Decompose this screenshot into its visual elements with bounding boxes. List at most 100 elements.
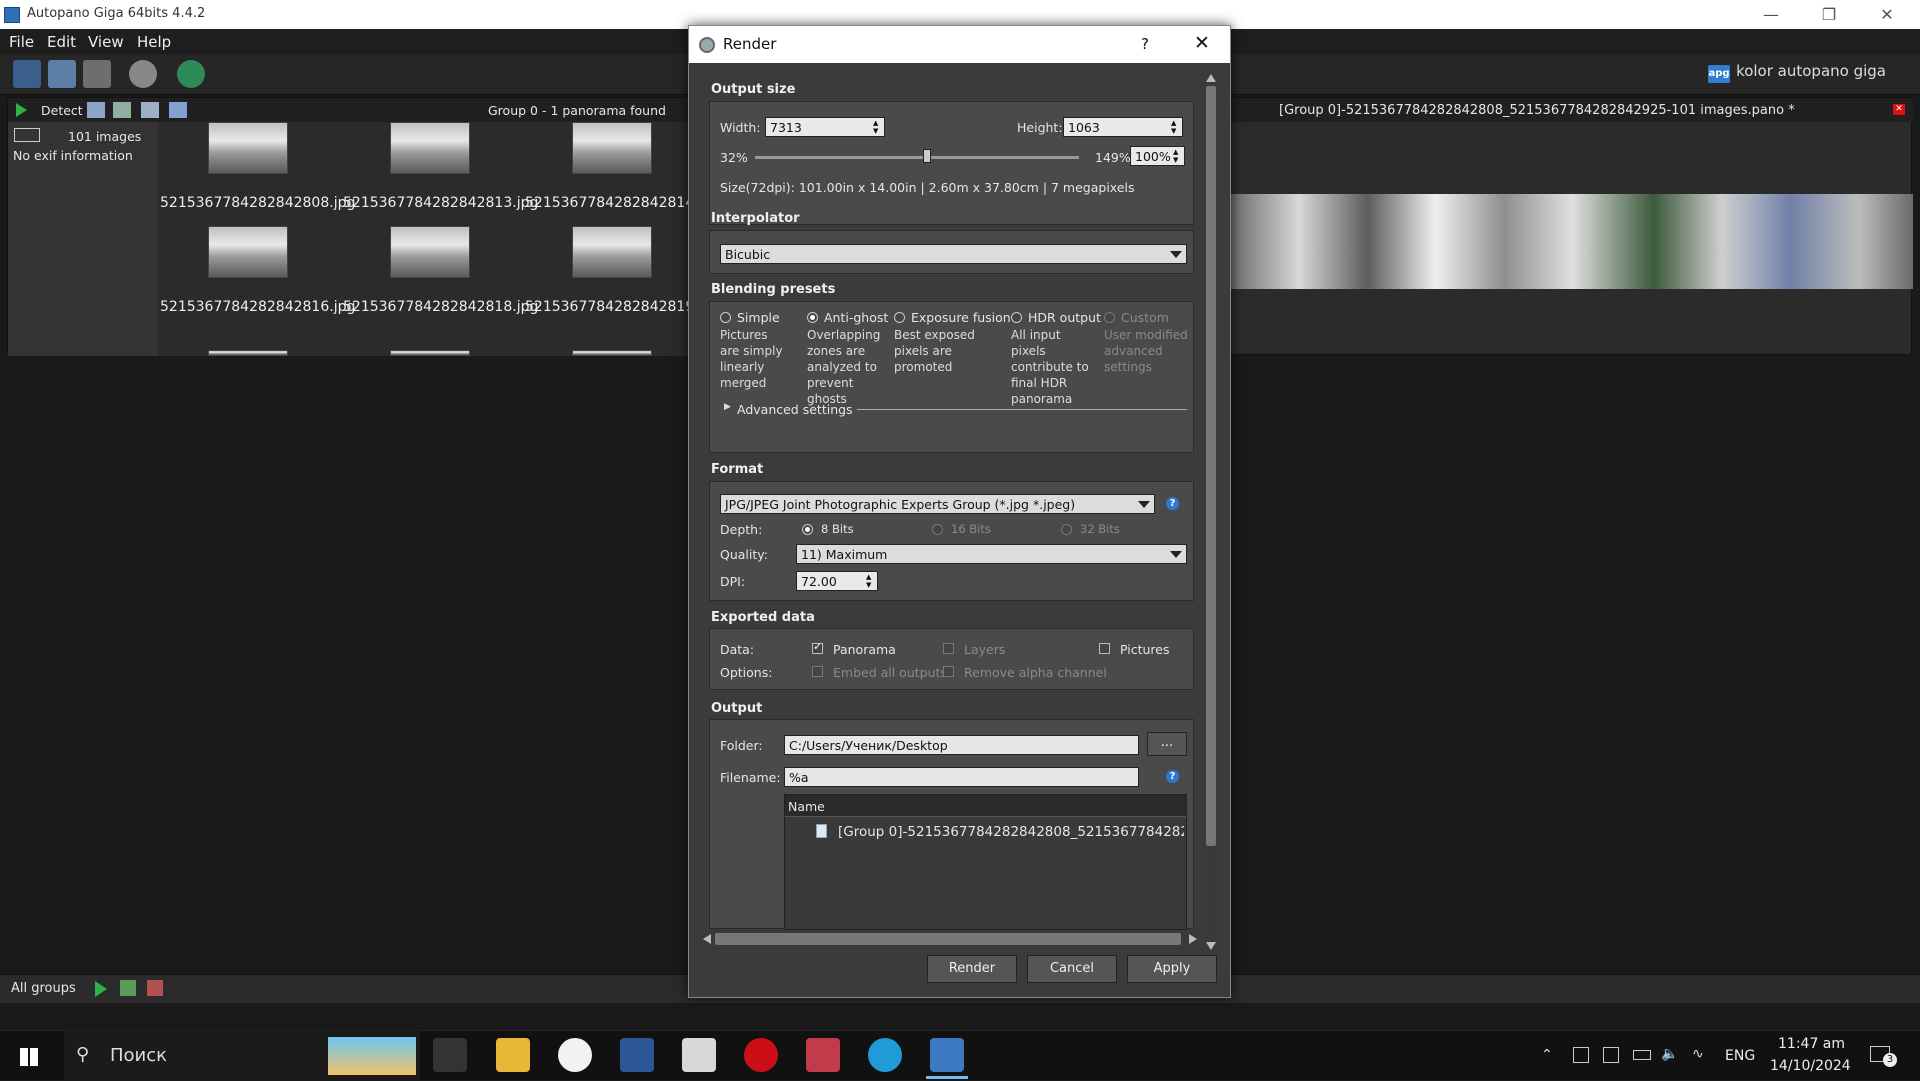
interpolator-select[interactable]: Bicubic	[720, 244, 1187, 264]
depth-32-label[interactable]: 32 Bits	[1080, 522, 1120, 536]
access-icon[interactable]	[806, 1038, 840, 1072]
restore-button[interactable]: ❐	[1806, 2, 1852, 28]
windows-start-icon[interactable]	[20, 1048, 38, 1066]
preset-hdr-label[interactable]: HDR output	[1028, 310, 1101, 325]
tools-icon[interactable]	[87, 102, 105, 118]
detect-label[interactable]: Detect	[41, 103, 83, 118]
language-indicator[interactable]: ENG	[1725, 1048, 1755, 1064]
close-window-button[interactable]: ✕	[1864, 2, 1910, 28]
cancel-button[interactable]: Cancel	[1027, 955, 1117, 983]
height-spinbox[interactable]: 1063 ▲ ▼	[1063, 117, 1183, 137]
thumbnail-image[interactable]	[572, 122, 652, 174]
tray-chevron-up-icon[interactable]: ⌃	[1541, 1047, 1553, 1063]
advanced-settings-toggle[interactable]: Advanced settings	[737, 402, 853, 417]
remove-alpha-checkbox[interactable]	[943, 666, 954, 677]
minimize-button[interactable]: —	[1748, 2, 1794, 28]
preset-exposure-radio[interactable]	[894, 312, 905, 323]
layers-checkbox[interactable]	[943, 643, 954, 654]
filename-help-icon[interactable]: ?	[1166, 770, 1179, 783]
add-images-icon[interactable]	[113, 102, 131, 118]
preset-antighost-radio[interactable]	[807, 312, 818, 323]
apply-button[interactable]: Apply	[1127, 955, 1217, 983]
grid-view-icon[interactable]	[14, 128, 40, 142]
file-explorer-icon[interactable]	[496, 1038, 530, 1072]
embed-outputs-label[interactable]: Embed all outputs	[833, 665, 947, 680]
thumbnail-image[interactable]	[208, 350, 288, 356]
scroll-thumb[interactable]	[1206, 86, 1216, 846]
scale-slider-track[interactable]	[755, 156, 1079, 159]
settings-gear-icon[interactable]	[129, 60, 157, 88]
menu-view[interactable]: View	[88, 33, 124, 51]
autopano-taskbar-icon[interactable]	[930, 1038, 964, 1072]
scale-slider-handle[interactable]	[923, 149, 931, 163]
scroll-right-icon[interactable]	[1189, 934, 1197, 944]
depth-16-label[interactable]: 16 Bits	[951, 522, 991, 536]
format-select[interactable]: JPG/JPEG Joint Photographic Experts Grou…	[720, 494, 1155, 514]
preset-simple-radio[interactable]	[720, 312, 731, 323]
format-help-icon[interactable]: ?	[1166, 497, 1179, 510]
folder-input[interactable]: C:/Users/Ученик/Desktop	[784, 735, 1139, 755]
puzzle-icon[interactable]	[169, 102, 187, 118]
batch-icon[interactable]	[83, 60, 111, 88]
preset-custom-label[interactable]: Custom	[1121, 310, 1169, 325]
dialog-help-button[interactable]: ?	[1141, 35, 1149, 53]
remove-group-icon[interactable]	[147, 980, 163, 996]
add-group-icon[interactable]	[120, 980, 136, 996]
close-panorama-icon[interactable]: ✕	[1893, 104, 1905, 115]
spin-arrows-icon[interactable]: ▲ ▼	[1173, 148, 1181, 164]
pictures-checkbox[interactable]	[1099, 643, 1110, 654]
filename-input[interactable]: %a	[784, 767, 1139, 787]
spin-arrows-icon[interactable]: ▲ ▼	[873, 119, 881, 135]
play-all-icon[interactable]	[95, 981, 107, 997]
word-icon[interactable]	[620, 1038, 654, 1072]
preset-exposure-label[interactable]: Exposure fusion	[911, 310, 1011, 325]
dialog-vertical-scrollbar[interactable]	[1203, 72, 1219, 956]
preset-hdr-radio[interactable]	[1011, 312, 1022, 323]
thumbnail-image[interactable]	[208, 226, 288, 278]
pictures-label[interactable]: Pictures	[1120, 642, 1170, 657]
scale-percent-spinbox[interactable]: 100% ▲ ▼	[1130, 146, 1185, 166]
name-column-header[interactable]: Name	[788, 799, 825, 814]
detect-play-icon[interactable]	[16, 103, 27, 117]
scroll-up-icon[interactable]	[1206, 74, 1216, 82]
task-view-icon[interactable]	[433, 1038, 467, 1072]
document-app-icon[interactable]	[682, 1038, 716, 1072]
dialog-horizontal-scrollbar[interactable]	[701, 930, 1199, 948]
edge-icon[interactable]	[868, 1038, 902, 1072]
thumbnail-image[interactable]	[572, 350, 652, 356]
depth-32-radio[interactable]	[1061, 524, 1072, 535]
yandex-browser-icon[interactable]	[558, 1038, 592, 1072]
dialog-close-button[interactable]: ✕	[1194, 32, 1210, 54]
clock-date[interactable]: 14/10/2024	[1770, 1058, 1851, 1074]
thumbnail-image[interactable]	[390, 122, 470, 174]
hscroll-thumb[interactable]	[715, 933, 1181, 945]
import-group-icon[interactable]	[141, 102, 159, 118]
preset-antighost-label[interactable]: Anti-ghost	[824, 310, 888, 325]
output-file-name[interactable]: [Group 0]-5215367784282842808_5215367784…	[838, 824, 1184, 840]
panorama-checkbox[interactable]: ✓	[812, 640, 823, 654]
battery-icon[interactable]	[1633, 1050, 1651, 1060]
panorama-label[interactable]: Panorama	[833, 642, 896, 657]
menu-file[interactable]: File	[9, 33, 34, 51]
quality-select[interactable]: 11) Maximum	[796, 544, 1187, 564]
embed-outputs-checkbox[interactable]	[812, 666, 823, 677]
spin-arrows-icon[interactable]: ▲ ▼	[866, 573, 874, 589]
import-folder-icon[interactable]	[48, 60, 76, 88]
thumbnail-image[interactable]	[572, 226, 652, 278]
taskbar-search-box[interactable]: ⚲ Поиск	[64, 1031, 420, 1081]
depth-16-radio[interactable]	[932, 524, 943, 535]
dpi-spinbox[interactable]: 72.00 ▲ ▼	[796, 571, 878, 591]
depth-8-radio[interactable]	[802, 524, 813, 535]
preset-simple-label[interactable]: Simple	[737, 310, 780, 325]
spin-arrows-icon[interactable]: ▲ ▼	[1171, 119, 1179, 135]
speaker-icon[interactable]: 🔈	[1661, 1046, 1678, 1062]
menu-edit[interactable]: Edit	[47, 33, 76, 51]
browse-folder-button[interactable]: ...	[1147, 732, 1187, 756]
wifi-icon[interactable]: ∿	[1692, 1046, 1704, 1062]
tray-network-adapter-icon[interactable]	[1603, 1047, 1619, 1063]
remove-alpha-label[interactable]: Remove alpha channel	[964, 665, 1107, 680]
thumbnail-image[interactable]	[390, 350, 470, 356]
scroll-left-icon[interactable]	[703, 934, 711, 944]
import-images-icon[interactable]	[13, 60, 41, 88]
tray-device-icon[interactable]	[1573, 1047, 1589, 1063]
